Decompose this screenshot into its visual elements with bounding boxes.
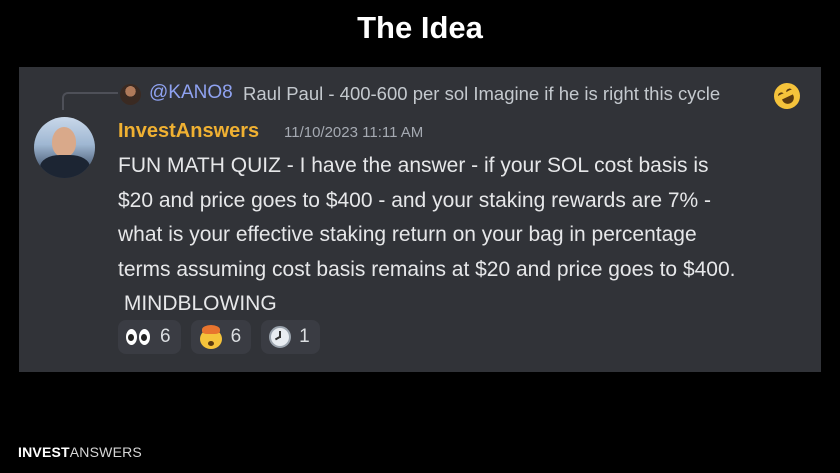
slide-title: The Idea	[357, 10, 483, 45]
reaction-count: 1	[299, 326, 310, 347]
message-line: what is your effective staking return on…	[118, 223, 697, 246]
message-line: $20 and price goes to $400 - and your st…	[118, 188, 712, 212]
brand-logo-strong: INVEST	[18, 444, 70, 460]
brand-logo: INVESTANSWERS	[18, 444, 142, 460]
reply-username[interactable]: @KANO8	[149, 82, 233, 104]
clock-icon	[269, 326, 292, 348]
author-avatar[interactable]	[34, 117, 95, 178]
reaction-clock[interactable]: 1	[261, 320, 320, 354]
brand-logo-light: ANSWERS	[69, 444, 142, 460]
message-author[interactable]: InvestAnswers	[118, 120, 259, 143]
mind-blown-icon	[199, 325, 223, 349]
reaction-eyes[interactable]: 6	[118, 320, 181, 354]
reaction-mind-blown[interactable]: 6	[190, 320, 252, 354]
message-line: terms assuming cost basis remains at $20…	[118, 257, 736, 281]
message-content: FUN MATH QUIZ - I have the answer - if y…	[118, 149, 818, 322]
reply-connector	[62, 92, 118, 110]
reaction-count: 6	[160, 326, 171, 347]
reply-avatar[interactable]	[120, 84, 141, 105]
message-line: FUN MATH QUIZ - I have the answer - if y…	[118, 154, 709, 177]
reply-preview-text[interactable]: Raul Paul - 400-600 per sol Imagine if h…	[243, 83, 720, 105]
message-line: MINDBLOWING	[118, 292, 277, 315]
message-timestamp: 11/10/2023 11:11 AM	[284, 124, 424, 141]
eyes-icon	[126, 328, 152, 346]
reaction-count: 6	[230, 326, 242, 347]
reaction-bar: 6 6 1	[118, 320, 320, 354]
